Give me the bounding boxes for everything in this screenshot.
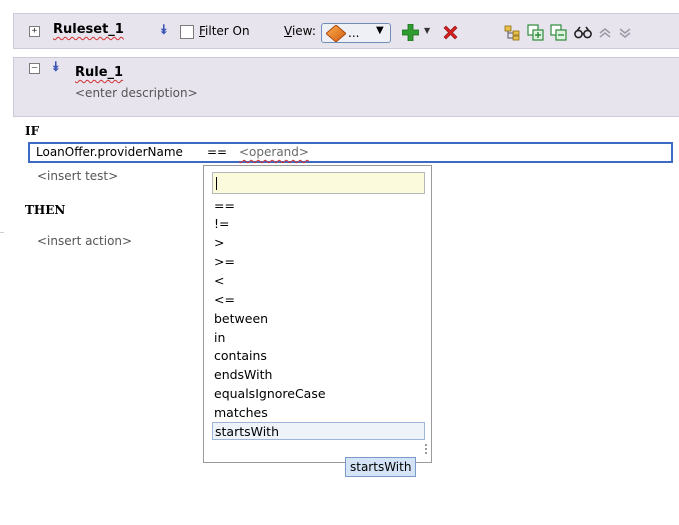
operator-option-selected[interactable]: startsWith [212,422,425,440]
dropdown-arrow-icon: ▼ [376,25,384,36]
rule-name[interactable]: Rule_1 [75,65,123,80]
filter-checkbox[interactable] [180,25,194,39]
insert-action[interactable]: <insert action> [37,234,132,248]
if-keyword: IF [25,124,40,138]
binoculars-icon[interactable] [574,26,592,39]
operator-option[interactable]: contains [212,347,267,365]
operator-option[interactable]: matches [212,404,268,422]
tooltip: startsWith [345,457,417,477]
operator-filter-input[interactable] [212,172,425,194]
ruleset-expand-toggle[interactable]: + [29,26,40,37]
rule-chevron-icon[interactable]: ⯯ [52,61,60,74]
operator-option[interactable]: >= [212,253,235,271]
left-operand[interactable]: LoanOffer.providerName [36,145,183,159]
operator-option[interactable]: endsWith [212,366,272,384]
operator-option[interactable]: equalsIgnoreCase [212,385,326,403]
view-select[interactable]: ... ▼ [321,23,391,43]
move-down-icon[interactable] [618,27,632,39]
operator[interactable]: == [207,145,227,159]
operator-option[interactable]: <= [212,291,235,309]
tree-structure-icon[interactable] [504,25,521,41]
text-caret [216,177,217,190]
expand-all-icon[interactable] [527,24,544,41]
operator-option[interactable]: != [212,215,230,233]
add-dropdown-arrow-icon[interactable]: ▼ [424,26,430,35]
view-label: View: [284,24,316,38]
operator-popup: == != > >= < <= between in contains ends… [203,165,432,463]
operator-option[interactable]: between [212,310,268,328]
ruleset-collapse-chevron-icon[interactable]: ⯯ [160,24,168,37]
operator-option[interactable]: in [212,329,225,347]
view-select-value: ... [348,26,360,40]
add-icon[interactable] [402,24,419,41]
collapse-all-icon[interactable] [550,24,567,41]
filter-label[interactable]: Filter On [199,24,250,38]
delete-icon[interactable] [442,24,459,41]
condition-row[interactable]: LoanOffer.providerName == <operand> [28,142,673,163]
ruleset-name[interactable]: Ruleset_1 [53,22,124,37]
rule-collapse-toggle[interactable]: – [29,63,40,74]
operator-option[interactable]: == [212,197,235,215]
diamond-icon [326,25,346,42]
divider [0,232,4,233]
rule-description[interactable]: <enter description> [75,86,198,100]
insert-test[interactable]: <insert test> [37,169,118,183]
move-up-icon[interactable] [598,27,612,39]
right-operand[interactable]: <operand> [239,145,309,159]
then-keyword: THEN [25,203,66,217]
operator-option[interactable]: < [212,272,224,290]
operator-option[interactable]: > [212,234,224,252]
